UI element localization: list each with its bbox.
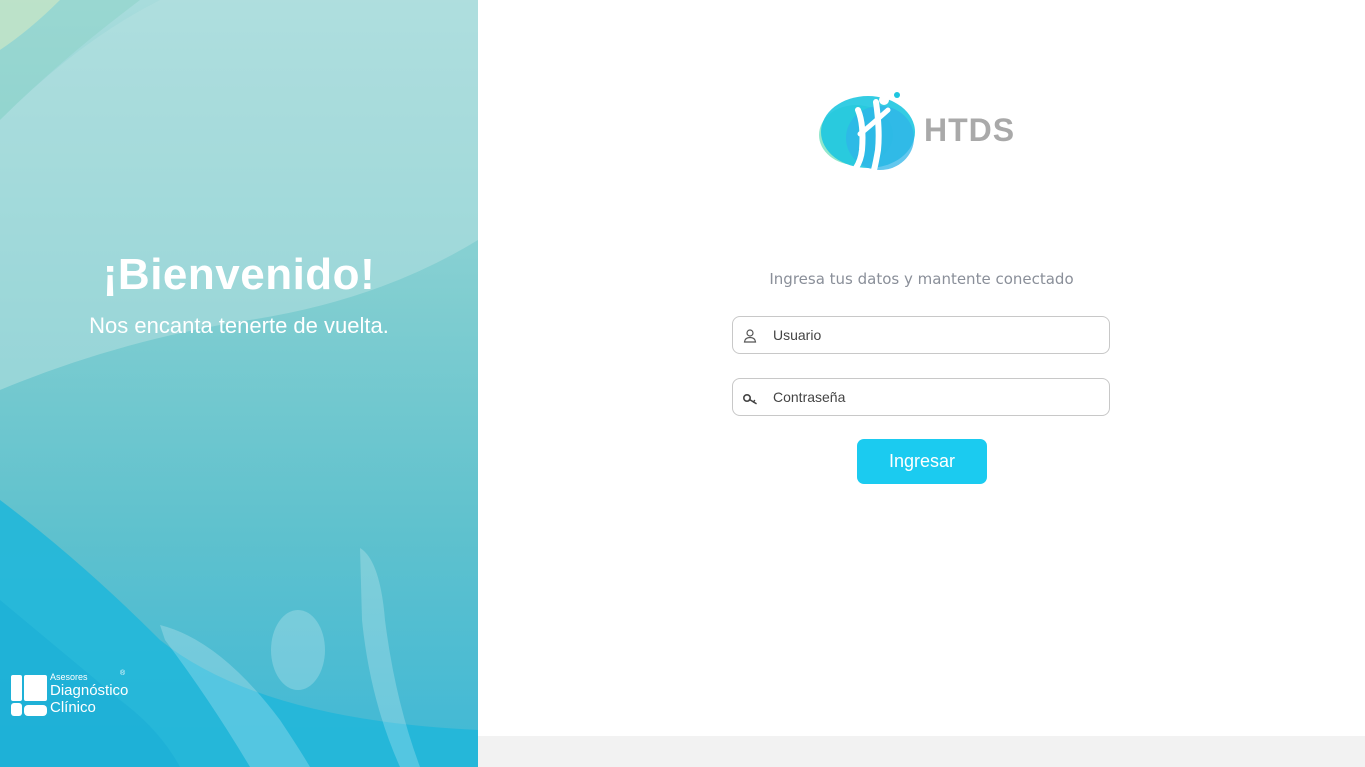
- asesores-diagnostico-clinico-logo: Asesores Diagnóstico Clínico ®: [10, 670, 140, 720]
- welcome-subtitle: Nos encanta tenerte de vuelta.: [89, 313, 389, 338]
- footer-bar: [478, 736, 1365, 767]
- username-field[interactable]: [732, 316, 1110, 354]
- login-panel: HTDS Ingresa tus datos y mantente conect…: [478, 0, 1365, 767]
- key-icon: [742, 394, 757, 405]
- username-input[interactable]: [773, 317, 1103, 353]
- registered-mark: ®: [120, 670, 126, 677]
- welcome-title: ¡Bienvenido!: [102, 250, 376, 299]
- login-tagline: Ingresa tus datos y mantente conectado: [769, 270, 1074, 288]
- password-field[interactable]: [732, 378, 1110, 416]
- brand-line1: Diagnóstico: [50, 682, 129, 699]
- password-input[interactable]: [773, 379, 1103, 415]
- decorative-waves: [0, 0, 478, 767]
- login-button[interactable]: Ingresar: [857, 439, 987, 484]
- brand-small-text: Asesores: [50, 672, 88, 682]
- brand-line2: Clínico: [50, 699, 96, 716]
- brand-mark-icon: [11, 675, 47, 716]
- welcome-panel: ¡Bienvenido! Nos encanta tenerte de vuel…: [0, 0, 478, 767]
- htds-figure-icon: [819, 92, 915, 173]
- htds-logo: HTDS: [818, 90, 1028, 175]
- user-icon: [743, 329, 757, 343]
- login-page: ¡Bienvenido! Nos encanta tenerte de vuel…: [0, 0, 1365, 767]
- app-name: HTDS: [924, 112, 1016, 148]
